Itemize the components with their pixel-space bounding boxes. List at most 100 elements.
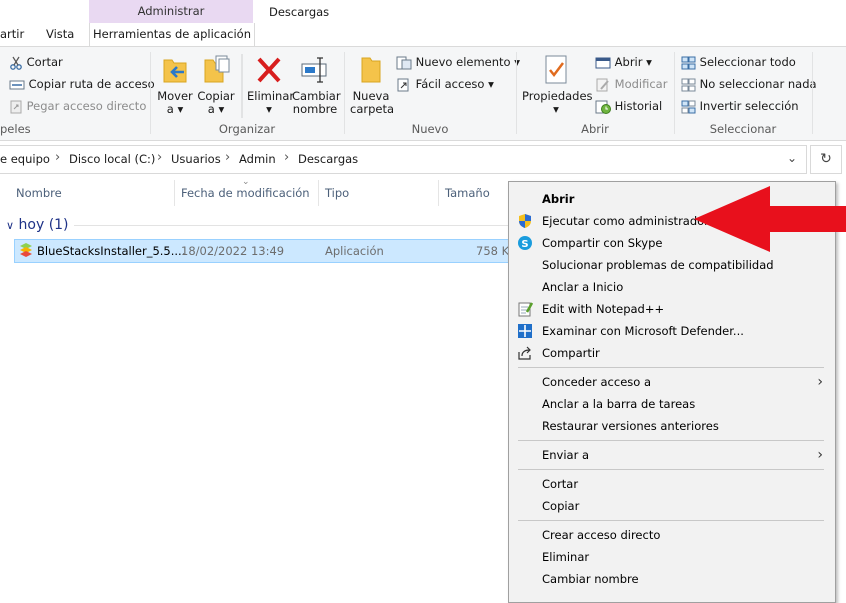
skype-icon: S [518,236,532,250]
cortar-button[interactable]: Cortar [9,52,63,72]
nueva-carpeta-button[interactable]: Nueva carpeta [350,54,395,116]
uac-shield-icon [519,214,531,228]
column-header-tamano[interactable]: Tamaño [445,186,490,200]
abrir-ribbon-button[interactable]: Abrir ▾ [595,52,652,72]
facil-acceso-button[interactable]: Fácil acceso ▾ [396,74,494,94]
breadcrumb-separator-icon: › [55,150,61,165]
no-seleccionar-label: No seleccionar nada [699,77,817,91]
invert-selection-icon [681,100,696,113]
breadcrumb-usuarios[interactable]: Usuarios [171,152,221,166]
column-header-tipo[interactable]: Tipo [325,186,349,200]
no-seleccionar-button[interactable]: No seleccionar nada [681,74,817,94]
nuevo-elemento-label: Nuevo elemento [415,55,511,69]
menu-item-label: Cambiar nombre [542,572,639,586]
menu-item-edit-with-notepad[interactable]: Edit with Notepad++ [509,298,835,320]
submenu-chevron-icon: › [817,447,823,463]
menu-item-label: Solucionar problemas de compatibilidad [542,258,774,272]
svg-text:S: S [521,239,528,250]
eliminar-button[interactable]: Eliminar ▾ [247,54,294,116]
column-header-fecha[interactable]: Fecha de modificación [181,186,310,200]
refresh-icon: ↻ [820,151,832,167]
notepad-plus-plus-icon [518,302,533,317]
menu-item-conceder-acceso[interactable]: Conceder acceso a › [509,371,835,393]
nuevo-group-label: Nuevo [411,122,449,136]
refresh-button[interactable]: ↻ [810,145,842,174]
properties-icon [545,55,567,84]
abrir-group-label: Abrir [581,122,609,136]
open-icon [595,57,611,68]
menu-item-anclar-barra-tareas[interactable]: Anclar a la barra de tareas [509,393,835,415]
menu-item-examinar-con-defender[interactable]: Examinar con Microsoft Defender... [509,320,835,342]
defender-icon [518,324,532,338]
menu-item-enviar-a[interactable]: Enviar a › [509,444,835,466]
pegar-acceso-directo-button[interactable]: Pegar acceso directo [9,96,146,116]
rename-icon [301,57,327,83]
mover-a-button[interactable]: Mover a ▾ [156,54,194,116]
red-arrow-annotation-icon [694,186,846,252]
propiedades-button[interactable]: Propiedades ▾ [522,54,593,116]
address-history-dropdown-icon[interactable]: ⌄ [787,151,797,165]
select-none-icon [681,78,696,91]
column-divider[interactable] [438,180,439,206]
tab-compartir[interactable]: artir [0,23,24,46]
organizar-group-label: Organizar [218,122,276,136]
column-divider[interactable] [174,180,175,206]
copiar-sub-label: a ▾ [207,102,225,116]
breadcrumb-descargas[interactable]: Descargas [298,152,358,166]
group-divider-line [74,225,514,226]
menu-item-label: Ejecutar como administrador [542,214,709,228]
new-item-icon [396,56,412,69]
cambiar-sub-label: nombre [292,102,338,116]
column-header-nombre[interactable]: Nombre [16,186,62,200]
copiar-a-button[interactable]: Copiar a ▾ [197,54,235,116]
scissors-icon [10,56,22,70]
breadcrumb-admin[interactable]: Admin [239,152,276,166]
column-divider[interactable] [318,180,319,206]
menu-item-solucionar-problemas[interactable]: Solucionar problemas de compatibilidad [509,254,835,276]
group-label: hoy (1) [18,217,69,233]
invertir-seleccion-button[interactable]: Invertir selección [681,96,799,116]
menu-item-label: Enviar a [542,448,590,462]
dropdown-arrow-icon: ▾ [488,77,494,91]
easy-access-icon [397,78,409,91]
submenu-chevron-icon: › [817,374,823,390]
copiar-ruta-button[interactable]: Copiar ruta de acceso [9,74,155,94]
seleccionar-todo-label: Seleccionar todo [699,55,796,69]
modificar-button[interactable]: Modificar [595,74,667,94]
breadcrumb-disco-local[interactable]: Disco local (C:) [69,152,155,166]
menu-item-label: Copiar [542,499,580,513]
seleccionar-group-label: Seleccionar [709,122,777,136]
nuevo-elemento-button[interactable]: Nuevo elemento ▾ [396,52,520,72]
select-all-icon [681,56,696,69]
breadcrumb-separator-icon: › [157,150,163,165]
paste-shortcut-icon [10,100,22,113]
menu-item-label: Edit with Notepad++ [542,302,665,316]
menu-item-label: Anclar a la barra de tareas [542,397,696,411]
carpeta-label: carpeta [350,102,395,116]
breadcrumb-equipo[interactable]: e equipo [0,152,50,166]
file-type: Aplicación [325,244,384,258]
menu-item-copiar[interactable]: Copiar [509,495,835,517]
menu-item-anclar-a-inicio[interactable]: Anclar a Inicio [509,276,835,298]
menu-item-label: Examinar con Microsoft Defender... [542,324,744,338]
group-divider [812,52,813,134]
history-icon [595,100,611,114]
menu-item-restaurar-versiones[interactable]: Restaurar versiones anteriores [509,415,835,437]
window-title: Descargas [269,5,330,19]
group-divider [241,54,243,118]
move-to-icon [163,59,187,83]
breadcrumb-separator-icon: › [225,150,231,165]
menu-item-eliminar[interactable]: Eliminar [509,546,835,568]
eliminar-dropdown-icon: ▾ [266,102,272,116]
group-header-hoy[interactable]: ∨ hoy (1) [6,217,69,233]
cambiar-nombre-button[interactable]: Cambiar nombre [292,54,341,116]
historial-button[interactable]: Historial [595,96,662,116]
menu-item-compartir[interactable]: Compartir [509,342,835,364]
tab-vista[interactable]: Vista [46,23,74,46]
tab-herramientas-de-aplicacion[interactable]: Herramientas de aplicación [89,23,255,46]
menu-item-cortar[interactable]: Cortar [509,473,835,495]
seleccionar-todo-button[interactable]: Seleccionar todo [681,52,796,72]
menu-item-cambiar-nombre[interactable]: Cambiar nombre [509,568,835,590]
menu-item-label: Crear acceso directo [542,528,661,542]
menu-item-crear-acceso-directo[interactable]: Crear acceso directo [509,524,835,546]
